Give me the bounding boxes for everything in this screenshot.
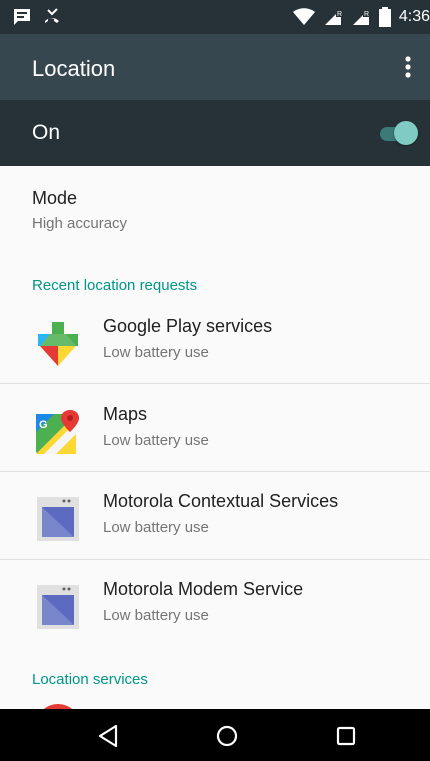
- signal-icon: R: [352, 9, 369, 25]
- mode-title: Mode: [32, 188, 78, 208]
- recent-requests-header: Recent location requests: [32, 277, 198, 294]
- app-bar: Location: [0, 34, 430, 100]
- message-icon: [14, 9, 30, 25]
- app-battery-use: Low battery use: [103, 519, 209, 536]
- svg-text:G: G: [39, 419, 48, 431]
- page-title: Location: [32, 56, 116, 81]
- wifi-icon: [292, 8, 315, 25]
- motorola-app-icon: [37, 497, 79, 541]
- more-vert-icon[interactable]: [396, 52, 420, 82]
- location-master-switch[interactable]: On: [0, 100, 430, 166]
- missed-call-icon: [45, 8, 59, 23]
- status-bar: R R 4:36: [0, 0, 430, 34]
- list-item-motorola-modem-service[interactable]: Motorola Modem Service Low battery use: [0, 559, 430, 647]
- app-battery-use: Low battery use: [103, 432, 209, 449]
- back-icon[interactable]: [94, 721, 124, 751]
- battery-icon: [378, 7, 391, 27]
- svg-text:R: R: [337, 11, 342, 18]
- navigation-bar: [0, 709, 430, 761]
- google-play-services-icon: [38, 322, 78, 366]
- location-toggle[interactable]: [372, 121, 418, 147]
- app-name: Google Play services: [103, 316, 273, 336]
- toggle-thumb: [394, 121, 418, 145]
- list-item-maps[interactable]: G Maps Low battery use: [0, 384, 430, 472]
- google-maps-icon: G: [36, 410, 79, 454]
- list-item-google-play-services[interactable]: Google Play services Low battery use: [0, 296, 430, 384]
- location-services-header: Location services: [32, 671, 148, 688]
- home-icon[interactable]: [212, 721, 242, 751]
- switch-label: On: [32, 121, 61, 144]
- app-name: Motorola Modem Service: [103, 579, 304, 599]
- motorola-app-icon: [37, 585, 79, 629]
- app-name: Maps: [103, 404, 148, 424]
- app-battery-use: Low battery use: [103, 344, 209, 361]
- list-item-motorola-contextual-services[interactable]: Motorola Contextual Services Low battery…: [0, 471, 430, 559]
- signal-roaming-icon: R: [324, 9, 342, 25]
- mode-setting[interactable]: Mode High accuracy: [32, 188, 127, 232]
- recents-icon[interactable]: [331, 721, 361, 751]
- svg-text:R: R: [364, 11, 369, 18]
- mode-summary: High accuracy: [32, 215, 128, 232]
- app-battery-use: Low battery use: [103, 607, 209, 624]
- clock: 4:36: [398, 8, 430, 25]
- app-name: Motorola Contextual Services: [103, 491, 339, 511]
